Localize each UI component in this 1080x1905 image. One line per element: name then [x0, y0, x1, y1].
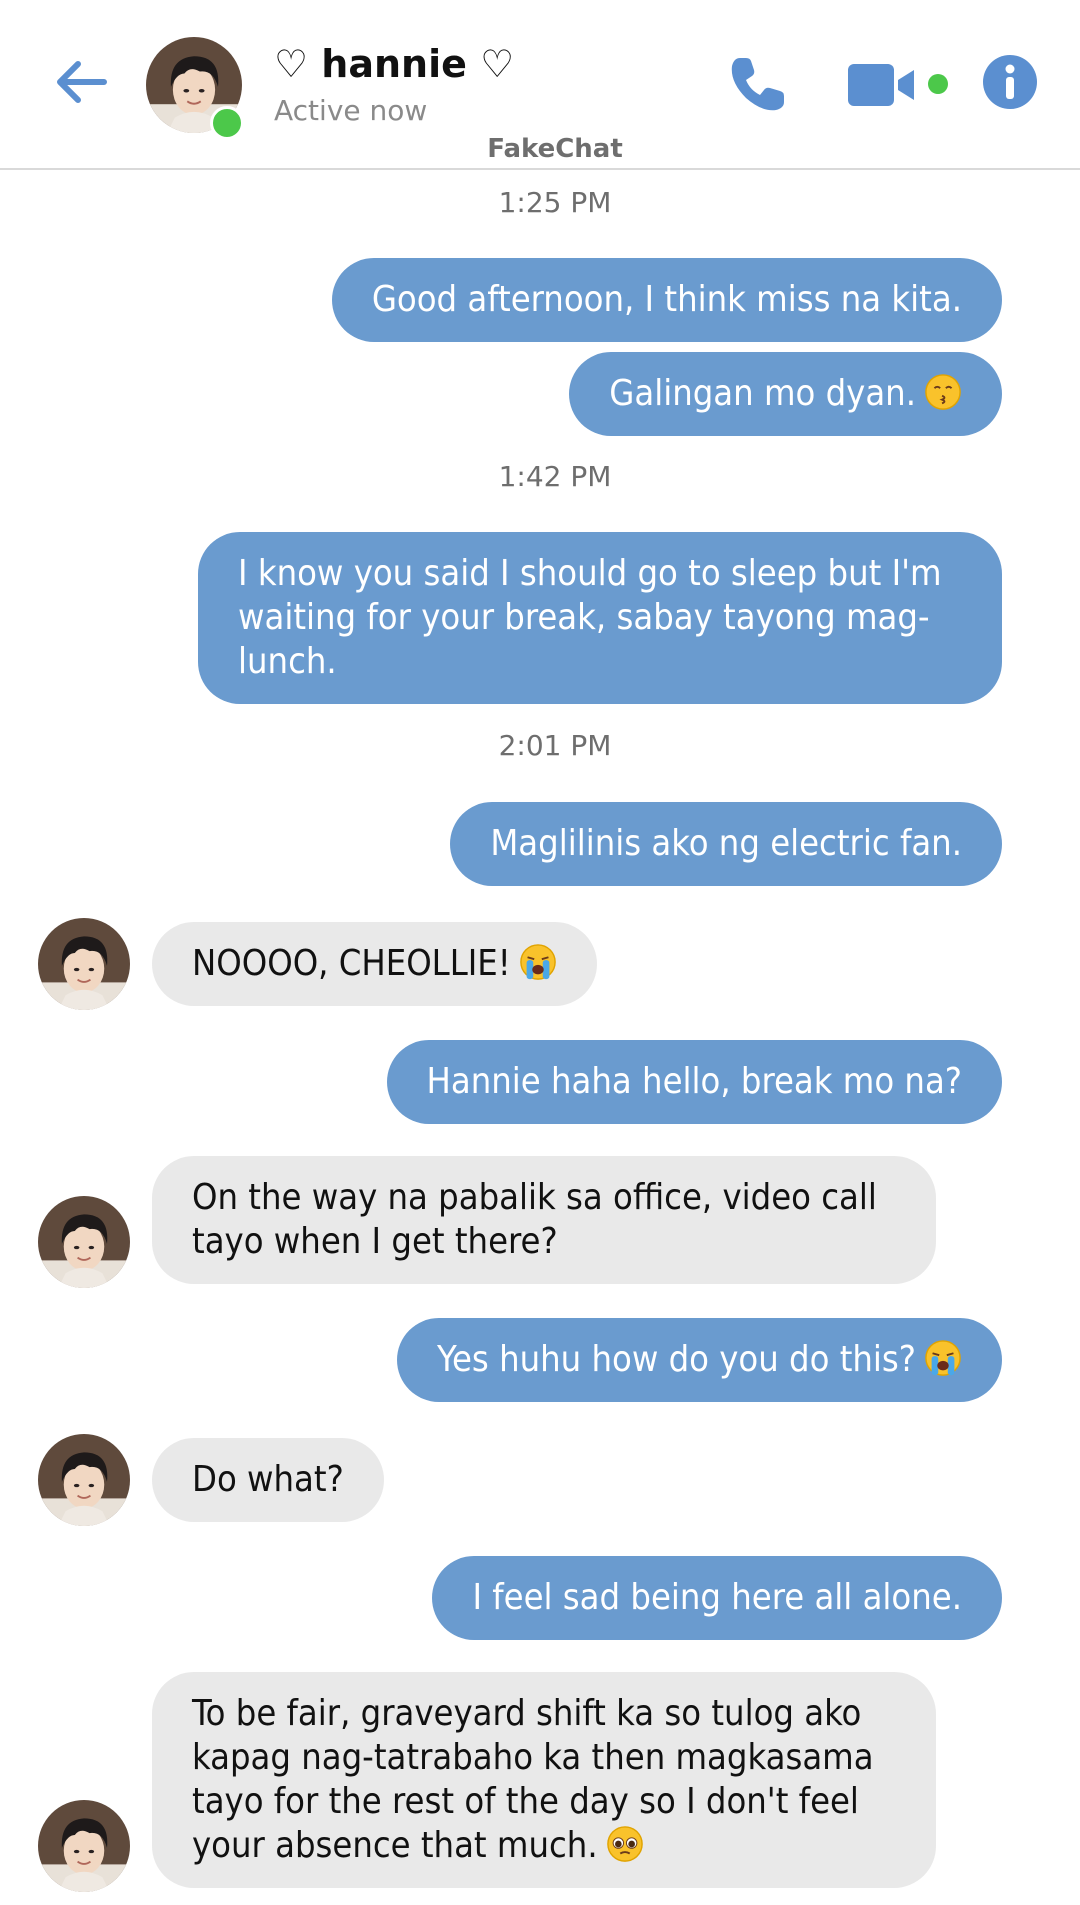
message-outgoing[interactable]: Hannie haha hello, break mo na?	[386, 1040, 1002, 1124]
message-text: Yes huhu how do you do this?	[436, 1339, 916, 1380]
message-text: Hannie haha hello, break mo na?	[426, 1061, 962, 1102]
message-text: I feel sad being here all alone.	[472, 1577, 962, 1618]
message-text: Maglilinis ako ng electric fan.	[490, 823, 962, 864]
message-text: NOOOO, CHEOLLIE!	[192, 943, 511, 984]
video-call-icon[interactable]	[848, 60, 952, 110]
loudly-crying-face-icon	[924, 1339, 962, 1377]
message-incoming[interactable]: NOOOO, CHEOLLIE!	[152, 922, 597, 1006]
message-text: To be fair, graveyard shift ka so tulog …	[192, 1693, 874, 1866]
message-outgoing[interactable]: Yes huhu how do you do this?	[396, 1318, 1002, 1402]
active-status: Active now	[274, 94, 428, 127]
message-outgoing[interactable]: I feel sad being here all alone.	[432, 1556, 1002, 1640]
app-name: FakeChat	[487, 134, 623, 164]
message-outgoing[interactable]: Good afternoon, I think miss na kita.	[331, 258, 1002, 342]
contact-avatar-small	[38, 1800, 130, 1892]
message-outgoing[interactable]: Maglilinis ako ng electric fan.	[450, 802, 1002, 886]
message-text: Do what?	[192, 1459, 344, 1500]
message-outgoing[interactable]: I know you said I should go to sleep but…	[198, 532, 1002, 704]
info-icon[interactable]	[982, 54, 1038, 110]
message-incoming[interactable]: Do what?	[152, 1438, 384, 1522]
contact-avatar-small	[38, 1434, 130, 1526]
message-text: Good afternoon, I think miss na kita.	[371, 279, 962, 320]
message-text: I know you said I should go to sleep but…	[238, 553, 942, 682]
contact-name[interactable]: ♡ hannie ♡	[274, 42, 514, 86]
message-incoming[interactable]: To be fair, graveyard shift ka so tulog …	[152, 1672, 936, 1888]
phone-icon[interactable]	[726, 52, 790, 116]
kissing-face-icon	[924, 373, 962, 411]
message-incoming[interactable]: On the way na pabalik sa office, video c…	[152, 1156, 936, 1284]
message-text: On the way na pabalik sa office, video c…	[192, 1177, 877, 1262]
message-text: Galingan mo dyan.	[609, 373, 916, 414]
timestamp: 2:01 PM	[498, 729, 612, 762]
message-outgoing[interactable]: Galingan mo dyan.	[569, 352, 1002, 436]
contact-avatar-small	[38, 918, 130, 1010]
timestamp: 1:25 PM	[498, 186, 612, 219]
pleading-face-icon	[606, 1825, 644, 1863]
back-arrow-icon[interactable]	[52, 52, 112, 112]
loudly-crying-face-icon	[519, 943, 557, 981]
timestamp: 1:42 PM	[498, 460, 612, 493]
contact-avatar-small	[38, 1196, 130, 1288]
chat-header: ♡ hannie ♡ Active now FakeChat	[0, 0, 1080, 170]
